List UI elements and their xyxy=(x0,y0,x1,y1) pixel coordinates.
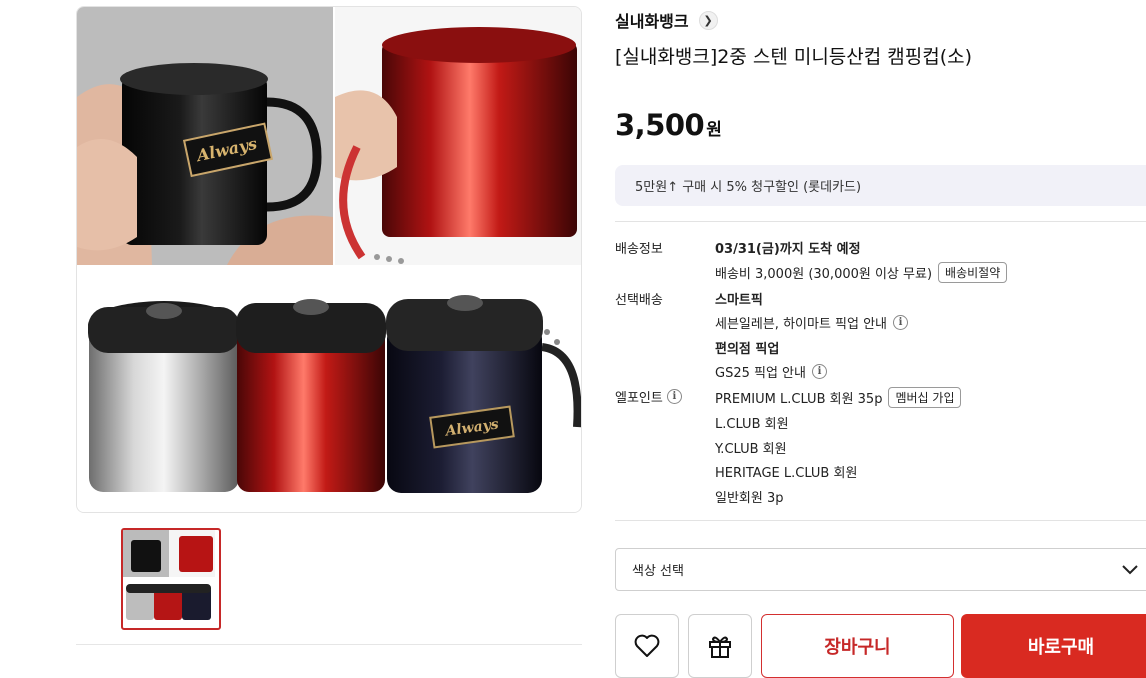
price: 3,500 원 xyxy=(615,108,722,142)
info-icon[interactable]: i xyxy=(811,364,827,379)
divider xyxy=(615,520,1146,521)
price-value: 3,500 xyxy=(615,108,705,142)
promo-banner[interactable]: 5만원↑ 구매 시 5% 청구할인 (롯데카드) xyxy=(615,165,1146,206)
smart-pick-desc-text: 세븐일레븐, 하이마트 픽업 안내 xyxy=(715,317,888,332)
chevron-down-icon[interactable] xyxy=(1120,560,1140,580)
product-title: [실내화뱅크]2중 스텐 미니등산컵 캠핑컵(소) xyxy=(615,46,973,68)
smart-pick-title: 스마트픽 xyxy=(715,289,763,308)
pickup-label-text: 선택배송 xyxy=(615,293,663,308)
delivery-label: 배송정보 xyxy=(615,238,663,257)
price-unit: 원 xyxy=(706,120,722,140)
gift-icon xyxy=(709,636,731,658)
lpoint-label-text: 엘포인트 xyxy=(615,391,663,406)
info-icon[interactable]: i xyxy=(666,389,682,404)
delivery-fee-text: 배송비 3,000원 (30,000원 이상 무료) xyxy=(715,267,933,282)
delivery-label-text: 배송정보 xyxy=(615,242,663,257)
brand-name[interactable]: 실내화뱅크 xyxy=(615,8,689,32)
lpoint-yclub-text: Y.CLUB 회원 xyxy=(715,442,787,457)
lpoint-heritage: HERITAGE L.CLUB 회원 xyxy=(715,462,857,481)
wishlist-button[interactable] xyxy=(615,614,679,678)
delivery-eta: 03/31(금)까지 도착 예정 xyxy=(715,238,861,257)
buy-now-button[interactable]: 바로구매 xyxy=(961,614,1146,678)
product-thumbnail[interactable] xyxy=(121,528,221,630)
delivery-fee: 배송비 3,000원 (30,000원 이상 무료) 배송비절약 xyxy=(715,262,1008,283)
store-pick-title-text: 편의점 픽업 xyxy=(715,342,780,357)
lpoint-regular: 일반회원 3p xyxy=(715,487,784,506)
promo-text: 5만원↑ 구매 시 5% 청구할인 (롯데카드) xyxy=(635,180,862,195)
lpoint-label: 엘포인트 i xyxy=(615,387,682,406)
lpoint-lclub: L.CLUB 회원 xyxy=(715,413,789,432)
chevron-right-icon[interactable]: ❯ xyxy=(698,10,718,30)
divider xyxy=(615,221,1146,222)
store-pick-desc: GS25 픽업 안내 i xyxy=(715,362,827,381)
delivery-eta-text: 03/31(금)까지 도착 예정 xyxy=(715,242,861,257)
lpoint-heritage-text: HERITAGE L.CLUB 회원 xyxy=(715,466,858,481)
shipping-saving-button[interactable]: 배송비절약 xyxy=(938,262,1008,283)
gallery-divider xyxy=(76,644,582,645)
lpoint-premium: PREMIUM L.CLUB 회원 35p 멤버십 가입 xyxy=(715,387,962,408)
store-pick-desc-text: GS25 픽업 안내 xyxy=(715,366,806,381)
smart-pick-title-text: 스마트픽 xyxy=(715,293,763,308)
lpoint-regular-text: 일반회원 3p xyxy=(715,491,784,506)
lpoint-premium-text: PREMIUM L.CLUB 회원 35p xyxy=(715,392,883,407)
brand-row[interactable]: 실내화뱅크 ❯ xyxy=(615,8,718,32)
add-to-cart-button[interactable]: 장바구니 xyxy=(761,614,954,678)
product-main-image[interactable]: Always Always xyxy=(76,6,582,513)
pickup-label: 선택배송 xyxy=(615,289,663,308)
heart-icon xyxy=(634,634,660,657)
color-select[interactable]: 색상 선택 xyxy=(615,548,1146,591)
store-pick-title: 편의점 픽업 xyxy=(715,338,779,357)
membership-join-button[interactable]: 멤버십 가입 xyxy=(888,387,962,408)
lpoint-lclub-text: L.CLUB 회원 xyxy=(715,417,789,432)
color-select-label: 색상 선택 xyxy=(632,564,684,579)
info-icon[interactable]: i xyxy=(893,315,909,330)
gift-button[interactable] xyxy=(688,614,752,678)
lpoint-yclub: Y.CLUB 회원 xyxy=(715,438,787,457)
smart-pick-desc: 세븐일레븐, 하이마트 픽업 안내 i xyxy=(715,313,909,332)
